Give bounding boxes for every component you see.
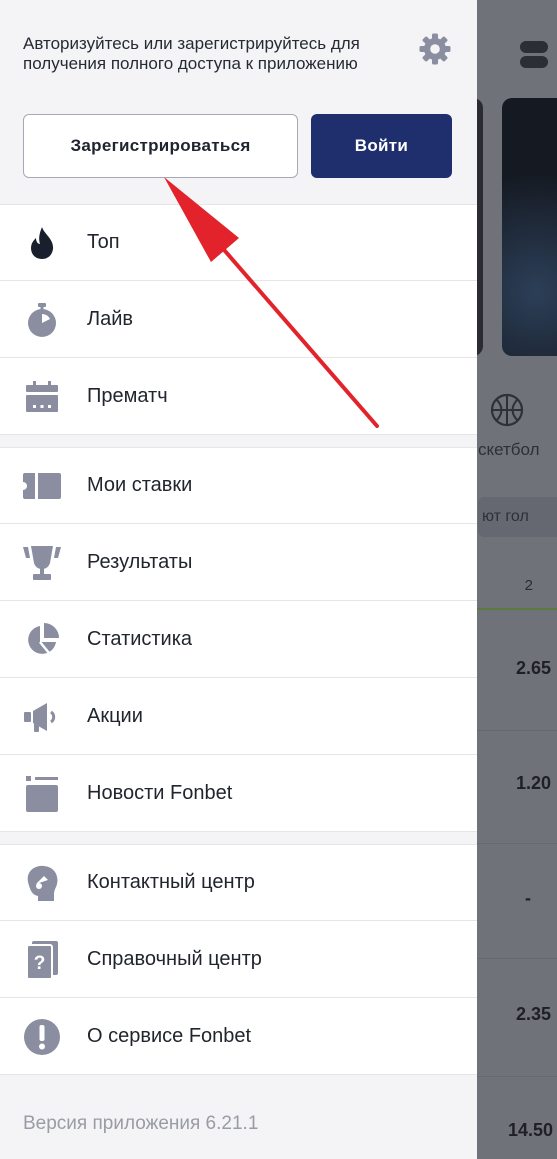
gear-icon[interactable]	[418, 32, 452, 66]
promo-card	[502, 98, 557, 356]
calendar-icon	[22, 377, 62, 417]
news-icon	[22, 774, 62, 814]
menu-item-label: О сервисе Fonbet	[87, 1025, 252, 1047]
menu-item-my-bets[interactable]: Мои ставки	[0, 448, 477, 524]
menu-item-label: Акции	[87, 705, 143, 727]
menu-item-label: Результаты	[87, 551, 193, 573]
app-version: Версия приложения 6.21.1	[23, 1113, 259, 1134]
menu-item-statistics[interactable]: Статистика	[0, 602, 477, 678]
auth-prompt: Авторизуйтесь или зарегистрируйтесь для …	[23, 34, 360, 73]
odds-value: 14.50	[507, 1120, 553, 1140]
row-divider	[477, 1076, 557, 1077]
menu-item-about[interactable]: О сервисе Fonbet	[0, 999, 477, 1075]
menu-item-label: Мои ставки	[87, 474, 193, 496]
megaphone-icon	[22, 697, 62, 737]
basketball-icon	[490, 393, 524, 427]
navigation-drawer: Авторизуйтесь или зарегистрируйтесь для …	[0, 0, 477, 1159]
odds-column-header: 2	[477, 560, 557, 610]
ticket-icon	[22, 466, 62, 506]
register-button[interactable]: Зарегистрироваться	[23, 114, 298, 178]
section-divider	[0, 435, 477, 448]
trophy-icon	[22, 543, 62, 583]
toggle-icon	[520, 38, 548, 70]
row-divider	[477, 843, 557, 844]
odds-value: -	[525, 888, 531, 908]
menu-item-contact-center[interactable]: Контактный центр	[0, 845, 477, 921]
menu-item-news[interactable]: Новости Fonbet	[0, 756, 477, 832]
menu-item-help-center[interactable]: ? Справочный центр	[0, 922, 477, 998]
stopwatch-icon	[22, 300, 62, 340]
menu-item-label: Лайв	[87, 308, 134, 330]
row-divider	[477, 730, 557, 731]
menu-item-results[interactable]: Результаты	[0, 525, 477, 601]
odds-value: 1.20	[515, 773, 551, 793]
auth-panel: Авторизуйтесь или зарегистрируйтесь для …	[0, 0, 477, 205]
filter-chip: ют гол	[478, 497, 557, 537]
menu-item-promotions[interactable]: Акции	[0, 679, 477, 755]
odds-value: 2.65	[515, 658, 551, 678]
menu-item-live[interactable]: Лайв	[0, 282, 477, 358]
promo-card	[477, 98, 483, 356]
odds-value: 2.35	[515, 1004, 551, 1024]
sport-tab-label: скетбол	[478, 440, 540, 459]
menu-item-prematch[interactable]: Прематч	[0, 359, 477, 435]
pie-chart-icon	[22, 620, 62, 660]
flame-icon	[22, 223, 62, 263]
login-button[interactable]: Войти	[311, 114, 452, 178]
section-divider	[0, 832, 477, 845]
support-head-icon	[22, 863, 62, 903]
svg-text:?: ?	[34, 953, 46, 974]
menu-item-label: Прематч	[87, 385, 168, 407]
menu-item-label: Новости Fonbet	[87, 782, 233, 804]
row-divider	[477, 958, 557, 959]
menu-item-label: Справочный центр	[87, 948, 262, 970]
menu-item-top[interactable]: Топ	[0, 205, 477, 281]
menu-item-label: Статистика	[87, 628, 193, 650]
help-book-icon: ?	[22, 940, 62, 980]
menu-item-label: Контактный центр	[87, 871, 255, 893]
menu-item-label: Топ	[87, 231, 120, 253]
exclamation-icon	[22, 1017, 62, 1057]
